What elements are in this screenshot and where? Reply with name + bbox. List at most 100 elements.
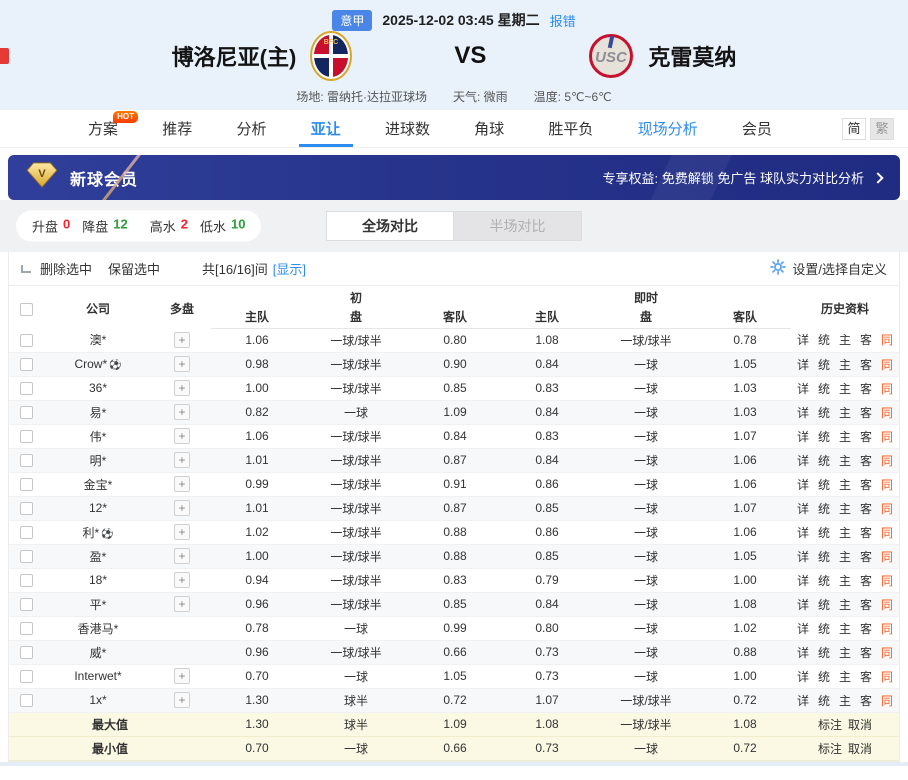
history-link-same[interactable]: 同 — [881, 356, 893, 373]
expand-multi-button[interactable]: + — [174, 476, 190, 492]
history-link-away[interactable]: 客 — [860, 644, 872, 661]
history-link-home[interactable]: 主 — [839, 644, 851, 661]
history-link-home[interactable]: 主 — [839, 620, 851, 637]
summary-action-cancel[interactable]: 取消 — [848, 718, 872, 732]
row-checkbox[interactable] — [20, 502, 33, 515]
history-link-same[interactable]: 同 — [881, 524, 893, 541]
history-link-detail[interactable]: 详 — [797, 620, 809, 637]
history-link-stat[interactable]: 统 — [818, 548, 830, 565]
nav-item-live-analysis[interactable]: 现场分析 — [638, 110, 698, 147]
row-checkbox[interactable] — [20, 622, 33, 635]
row-checkbox[interactable] — [20, 550, 33, 563]
summary-action-mark[interactable]: 标注 — [818, 718, 842, 732]
nav-item-corners[interactable]: 角球 — [474, 110, 504, 147]
expand-multi-button[interactable]: + — [174, 596, 190, 612]
history-link-stat[interactable]: 统 — [818, 524, 830, 541]
history-link-home[interactable]: 主 — [839, 692, 851, 709]
history-link-detail[interactable]: 详 — [797, 500, 809, 517]
history-link-detail[interactable]: 详 — [797, 548, 809, 565]
history-link-detail[interactable]: 详 — [797, 356, 809, 373]
row-checkbox[interactable] — [20, 478, 33, 491]
history-link-detail[interactable]: 详 — [797, 404, 809, 421]
tab-full-compare[interactable]: 全场对比 — [326, 211, 454, 241]
history-link-stat[interactable]: 统 — [818, 476, 830, 493]
history-link-same[interactable]: 同 — [881, 644, 893, 661]
history-link-same[interactable]: 同 — [881, 404, 893, 421]
keep-selected-button[interactable]: 保留选中 — [108, 259, 160, 278]
history-link-home[interactable]: 主 — [839, 572, 851, 589]
expand-multi-button[interactable]: + — [174, 668, 190, 684]
history-link-same[interactable]: 同 — [881, 380, 893, 397]
row-checkbox[interactable] — [20, 598, 33, 611]
history-link-away[interactable]: 客 — [860, 452, 872, 469]
nav-item-recommend[interactable]: 推荐 — [162, 110, 192, 147]
history-link-away[interactable]: 客 — [860, 500, 872, 517]
history-link-home[interactable]: 主 — [839, 548, 851, 565]
history-link-home[interactable]: 主 — [839, 476, 851, 493]
history-link-away[interactable]: 客 — [860, 572, 872, 589]
history-link-same[interactable]: 同 — [881, 620, 893, 637]
history-link-home[interactable]: 主 — [839, 452, 851, 469]
history-link-stat[interactable]: 统 — [818, 452, 830, 469]
history-link-same[interactable]: 同 — [881, 452, 893, 469]
history-link-same[interactable]: 同 — [881, 548, 893, 565]
tab-half-compare[interactable]: 半场对比 — [454, 211, 582, 241]
expand-multi-button[interactable]: + — [174, 548, 190, 564]
history-link-stat[interactable]: 统 — [818, 500, 830, 517]
history-link-detail[interactable]: 详 — [797, 452, 809, 469]
row-checkbox[interactable] — [20, 454, 33, 467]
history-link-away[interactable]: 客 — [860, 356, 872, 373]
nav-item-asian-handicap[interactable]: 亚让 — [311, 110, 341, 147]
history-link-stat[interactable]: 统 — [818, 620, 830, 637]
nav-item-member[interactable]: 会员 — [742, 110, 772, 147]
expand-multi-button[interactable]: + — [174, 692, 190, 708]
history-link-away[interactable]: 客 — [860, 380, 872, 397]
history-link-home[interactable]: 主 — [839, 356, 851, 373]
row-checkbox[interactable] — [20, 526, 33, 539]
history-link-stat[interactable]: 统 — [818, 404, 830, 421]
expand-multi-button[interactable]: + — [174, 380, 190, 396]
history-link-away[interactable]: 客 — [860, 596, 872, 613]
history-link-detail[interactable]: 详 — [797, 668, 809, 685]
history-link-detail[interactable]: 详 — [797, 380, 809, 397]
row-checkbox[interactable] — [20, 574, 33, 587]
history-link-away[interactable]: 客 — [860, 692, 872, 709]
expand-multi-button[interactable]: + — [174, 356, 190, 372]
settings-customize-link[interactable]: 设置/选择自定义 — [792, 259, 887, 278]
row-checkbox[interactable] — [20, 334, 33, 347]
history-link-stat[interactable]: 统 — [818, 572, 830, 589]
summary-action-mark[interactable]: 标注 — [818, 742, 842, 756]
select-all-checkbox[interactable] — [20, 303, 33, 316]
row-checkbox[interactable] — [20, 358, 33, 371]
expand-multi-button[interactable]: + — [174, 524, 190, 540]
history-link-stat[interactable]: 统 — [818, 596, 830, 613]
row-checkbox[interactable] — [20, 694, 33, 707]
history-link-away[interactable]: 客 — [860, 524, 872, 541]
row-checkbox[interactable] — [20, 646, 33, 659]
expand-multi-button[interactable]: + — [174, 500, 190, 516]
history-link-detail[interactable]: 详 — [797, 428, 809, 445]
history-link-same[interactable]: 同 — [881, 572, 893, 589]
nav-item-win-draw-lose[interactable]: 胜平负 — [548, 110, 593, 147]
history-link-away[interactable]: 客 — [860, 331, 872, 348]
history-link-stat[interactable]: 统 — [818, 644, 830, 661]
expand-multi-button[interactable]: + — [174, 404, 190, 420]
history-link-detail[interactable]: 详 — [797, 331, 809, 348]
history-link-home[interactable]: 主 — [839, 668, 851, 685]
report-error-link[interactable]: 报错 — [550, 11, 576, 30]
lang-simplified-button[interactable]: 简 — [842, 118, 866, 140]
history-link-away[interactable]: 客 — [860, 428, 872, 445]
row-checkbox[interactable] — [20, 406, 33, 419]
lang-traditional-button[interactable]: 繁 — [870, 118, 894, 140]
history-link-stat[interactable]: 统 — [818, 668, 830, 685]
side-widget-flag[interactable] — [0, 48, 9, 64]
delete-selected-button[interactable]: 删除选中 — [40, 259, 92, 278]
history-link-same[interactable]: 同 — [881, 476, 893, 493]
history-link-away[interactable]: 客 — [860, 476, 872, 493]
history-link-stat[interactable]: 统 — [818, 356, 830, 373]
expand-multi-button[interactable]: + — [174, 452, 190, 468]
expand-multi-button[interactable]: + — [174, 572, 190, 588]
history-link-same[interactable]: 同 — [881, 668, 893, 685]
history-link-away[interactable]: 客 — [860, 668, 872, 685]
row-checkbox[interactable] — [20, 382, 33, 395]
